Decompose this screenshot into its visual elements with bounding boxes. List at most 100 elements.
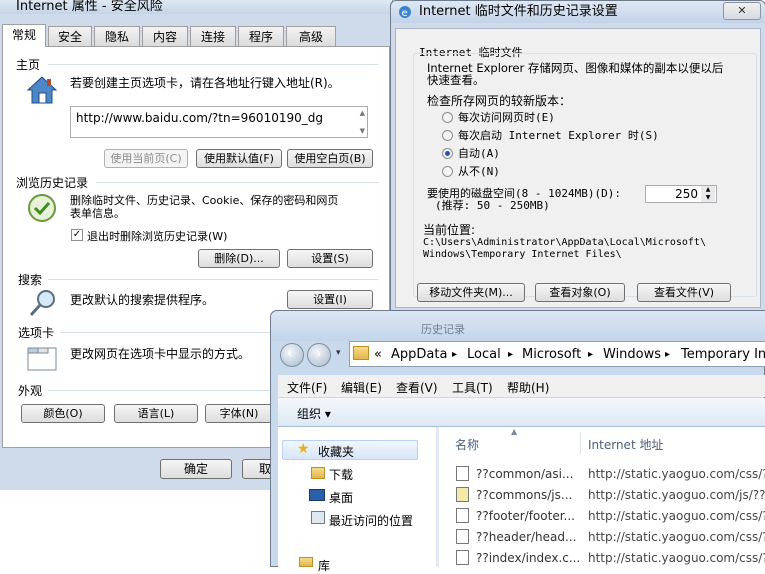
command-bar [278,398,765,427]
tab-label: 程序 [248,30,273,44]
spinner-down-icon[interactable]: ▼ [701,194,715,202]
column-header-address[interactable]: Internet 地址 [588,436,663,453]
breadcrumb-separator-icon: ▸ [588,349,594,360]
breadcrumb-prefix[interactable]: « [374,347,382,362]
file-name: ??index/index.c... [476,551,581,565]
tab-security[interactable]: 安全 [48,26,92,46]
tab-general[interactable]: 常规 [2,24,46,47]
radio-never-label[interactable]: 从不(N) [458,163,500,179]
back-button[interactable]: ‹ [280,343,304,367]
nav-downloads[interactable]: 下载 [329,466,353,483]
file-row[interactable]: ??index/index.c... http://static.yaoguo.… [454,548,765,568]
homepage-url-box[interactable]: http://www.baidu.com/?tn=96010190_dg ▲ ▼ [70,106,368,138]
fonts-button[interactable]: 字体(N) [205,404,273,423]
radio-every-start-label[interactable]: 每次启动 Internet Explorer 时(S) [458,127,659,143]
use-current-button[interactable]: 使用当前页(C) [104,149,188,168]
tab-programs[interactable]: 程序 [238,26,284,46]
homepage-url: http://www.baidu.com/?tn=96010190_dg [76,111,323,125]
delete-history-button[interactable]: 删除(D)... [198,249,280,268]
organize-button[interactable]: 组织 ▾ [297,405,331,422]
menu-view[interactable]: 查看(V) [396,379,438,396]
divider [48,390,272,391]
forward-button[interactable]: › [307,343,331,367]
file-address: http://static.yaoguo.com/js/??c [588,488,765,502]
breadcrumb-temporary[interactable]: Temporary Int [681,347,765,362]
sort-arrow-icon: ▲ [511,427,518,436]
delete-on-exit-checkbox[interactable]: ✓ [71,229,83,241]
breadcrumb-windows[interactable]: Windows [603,347,661,362]
recent-places-icon [311,511,325,524]
nav-libraries[interactable]: 库 [318,557,330,574]
history-background-label: 历史记录 [421,323,465,336]
move-folder-button[interactable]: 移动文件夹(M)... [417,283,525,302]
breadcrumb-microsoft[interactable]: Microsoft [522,347,581,362]
forward-arrow-icon: › [316,346,322,362]
magnifier-icon [28,288,58,318]
scroll-down-icon[interactable]: ▼ [360,127,365,135]
column-header-name[interactable]: 名称 [455,436,479,453]
menu-help[interactable]: 帮助(H) [507,379,549,396]
file-row[interactable]: ??footer/footer... http://static.yaoguo.… [454,506,765,526]
folder-icon [353,346,369,360]
close-icon[interactable]: ✕ [723,2,761,20]
nav-recent-places[interactable]: 最近访问的位置 [329,512,413,529]
languages-button[interactable]: 语言(L) [114,404,198,423]
radio-every-visit-label[interactable]: 每次访问网页时(E) [458,109,555,125]
recent-pages-dropdown-icon[interactable]: ▾ [336,348,341,358]
tab-content[interactable]: 内容 [142,26,188,46]
colors-button[interactable]: 颜色(O) [21,404,105,423]
history-settings-button[interactable]: 设置(S) [287,249,373,268]
view-files-button[interactable]: 查看文件(V) [637,283,731,302]
use-blank-button[interactable]: 使用空白页(B) [287,149,373,168]
menu-file[interactable]: 文件(F) [287,379,327,396]
tab-connections[interactable]: 连接 [190,26,236,46]
radio-automatic-label[interactable]: 自动(A) [458,145,500,161]
radio-every-visit[interactable] [442,112,453,123]
menu-edit[interactable]: 编辑(E) [341,379,382,396]
menu-tools[interactable]: 工具(T) [452,379,493,396]
radio-every-start[interactable] [442,130,453,141]
file-name: ??common/asi... [476,467,574,481]
homepage-section-title: 主页 [16,58,41,72]
divider [60,332,272,333]
breadcrumb-local[interactable]: Local [467,347,501,362]
divider [48,279,378,280]
dialog-title: Internet 临时文件和历史记录设置 [419,4,618,19]
disk-space-input[interactable]: 250 ▲ ▼ [645,185,717,203]
breadcrumb-appdata[interactable]: AppData [391,347,447,362]
tab-privacy[interactable]: 隐私 [94,26,140,46]
tabs-icon [26,342,58,374]
history-description-2: 表单信息。 [70,207,125,220]
scroll-up-icon[interactable]: ▲ [360,109,365,117]
file-name: ??footer/footer... [476,509,575,523]
breadcrumb-separator-icon: ▸ [665,349,671,360]
file-icon [456,508,469,523]
nav-desktop[interactable]: 桌面 [329,489,353,506]
file-name: ??commons/js... [476,488,573,502]
use-default-button[interactable]: 使用默认值(F) [196,149,282,168]
ok-button[interactable]: 确定 [160,459,232,479]
history-icon [26,192,58,224]
desktop-icon [309,489,325,501]
spinner-up-icon[interactable]: ▲ [701,186,715,194]
appearance-section-title: 外观 [18,384,43,398]
ie-icon: e [398,5,412,19]
view-objects-button[interactable]: 查看对象(O) [535,283,625,302]
file-icon [456,550,469,565]
tabs-section-title: 选项卡 [18,326,55,340]
file-address: http://static.yaoguo.com/css/? [588,509,765,523]
column-divider[interactable] [580,432,581,454]
nav-favorites[interactable]: 收藏夹 [318,443,354,460]
file-row[interactable]: ??commons/js... http://static.yaoguo.com… [454,485,765,505]
file-row[interactable]: ??header/head... http://static.yaoguo.co… [454,527,765,547]
radio-never[interactable] [442,166,453,177]
file-row[interactable]: ??common/asi... http://static.yaoguo.com… [454,464,765,484]
explorer-titlebar[interactable] [271,311,765,341]
delete-on-exit-label[interactable]: 退出时删除浏览历史记录(W) [87,228,227,244]
star-icon: ★ [297,441,310,457]
radio-automatic[interactable] [442,148,453,159]
search-settings-button[interactable]: 设置(I) [287,290,373,309]
temp-files-dialog: e Internet 临时文件和历史记录设置 ✕ Internet 临时文件 I… [390,0,765,312]
tab-label: 连接 [200,30,225,44]
tab-advanced[interactable]: 高级 [286,26,336,46]
